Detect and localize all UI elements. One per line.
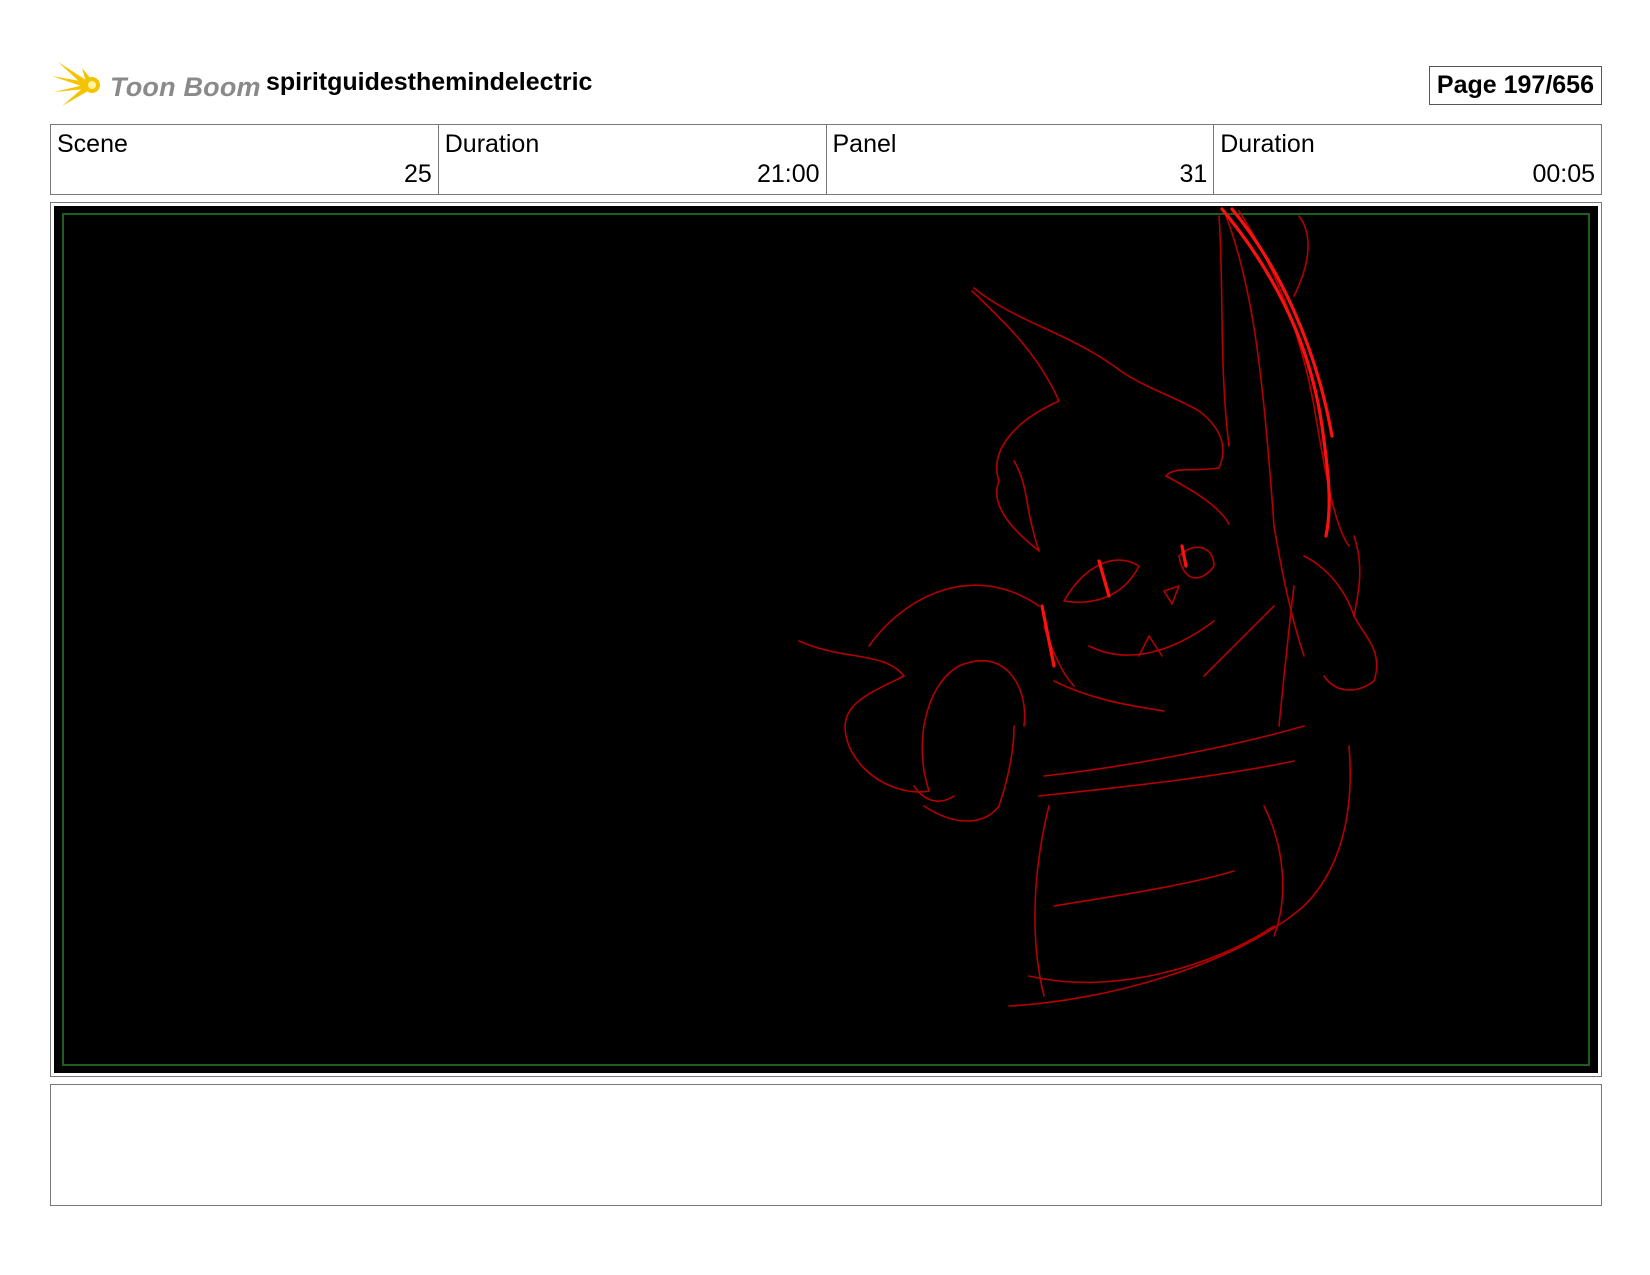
scene-cell: Scene 25 xyxy=(51,125,439,194)
panel-duration-value: 00:05 xyxy=(1532,160,1595,188)
scene-info-table: Scene 25 Duration 21:00 Panel 31 Duratio… xyxy=(50,124,1602,195)
project-title: spiritguidesthemindelectric xyxy=(266,68,593,96)
logo-text: Toon Boom xyxy=(110,72,261,102)
panel-notes-box xyxy=(50,1084,1602,1206)
panel-duration-label: Duration xyxy=(1220,130,1315,158)
panel-image xyxy=(54,206,1598,1073)
scene-duration-value: 21:00 xyxy=(756,160,820,188)
storyboard-header: Toon Boom spiritguidesthemindelectric Pa… xyxy=(50,52,1602,112)
panel-label: Panel xyxy=(832,130,897,158)
panel-duration-cell: Duration 00:05 xyxy=(1214,125,1601,194)
panel-value: 31 xyxy=(1179,160,1208,188)
panel-cell: Panel 31 xyxy=(827,125,1215,194)
toon-boom-star-icon xyxy=(52,62,100,106)
scene-duration-cell: Duration 21:00 xyxy=(439,125,827,194)
page-number: Page 197/656 xyxy=(1428,66,1602,105)
scene-duration-label: Duration xyxy=(444,130,540,158)
panel-frame xyxy=(50,202,1602,1077)
scene-label: Scene xyxy=(57,130,128,158)
toon-boom-logo: Toon Boom xyxy=(52,58,261,110)
character-sketch xyxy=(798,207,1378,1007)
scene-value: 25 xyxy=(403,160,432,188)
